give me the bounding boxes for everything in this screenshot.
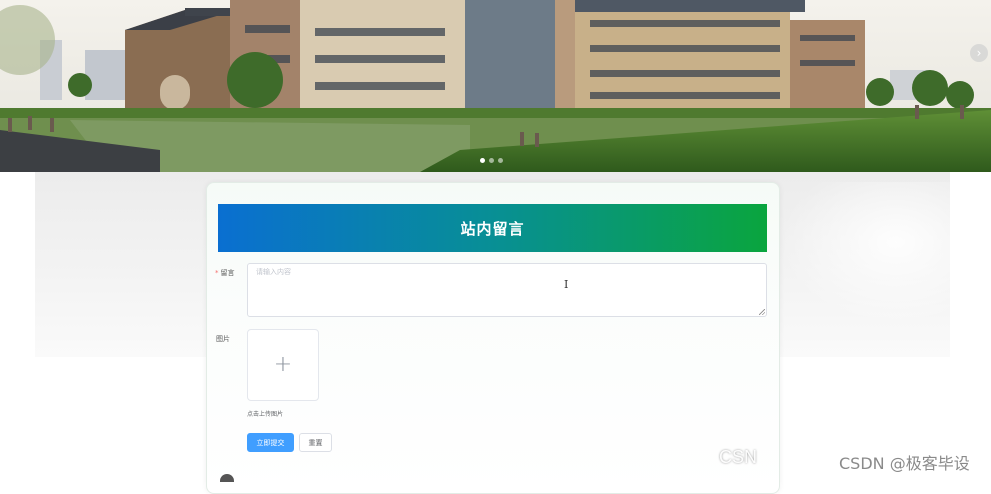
- message-form-card: 站内留言 * 留言 请输入内容 I 图片 + 点击上传图片 立即提交 重置: [206, 182, 780, 494]
- resize-grip-icon[interactable]: [759, 309, 765, 315]
- carousel-next-button[interactable]: ›: [970, 44, 988, 62]
- carousel-indicators: [480, 158, 503, 163]
- carousel-dot-1[interactable]: [480, 158, 485, 163]
- message-textarea[interactable]: 请输入内容: [247, 263, 767, 317]
- reset-button[interactable]: 重置: [299, 433, 332, 452]
- carousel-banner[interactable]: ›: [0, 0, 991, 172]
- message-label: * 留言: [215, 268, 235, 278]
- message-label-text: 留言: [220, 269, 235, 277]
- carousel-dot-3[interactable]: [498, 158, 503, 163]
- text-cursor-icon: I: [564, 278, 569, 291]
- watermark-logo: CSN: [719, 447, 758, 467]
- image-label: 图片: [216, 335, 230, 343]
- chevron-right-icon: ›: [976, 46, 982, 60]
- message-placeholder: 请输入内容: [256, 268, 291, 276]
- avatar: [220, 474, 234, 482]
- plus-icon: +: [273, 352, 293, 377]
- image-upload-button[interactable]: +: [247, 329, 319, 401]
- banner-image: [0, 0, 991, 172]
- required-mark: *: [215, 269, 219, 277]
- carousel-dot-2[interactable]: [489, 158, 494, 163]
- upload-hint: 点击上传图片: [247, 411, 284, 418]
- form-title: 站内留言: [218, 204, 767, 252]
- watermark-text: CSDN @极客毕设: [839, 454, 970, 473]
- submit-button[interactable]: 立即提交: [247, 433, 294, 452]
